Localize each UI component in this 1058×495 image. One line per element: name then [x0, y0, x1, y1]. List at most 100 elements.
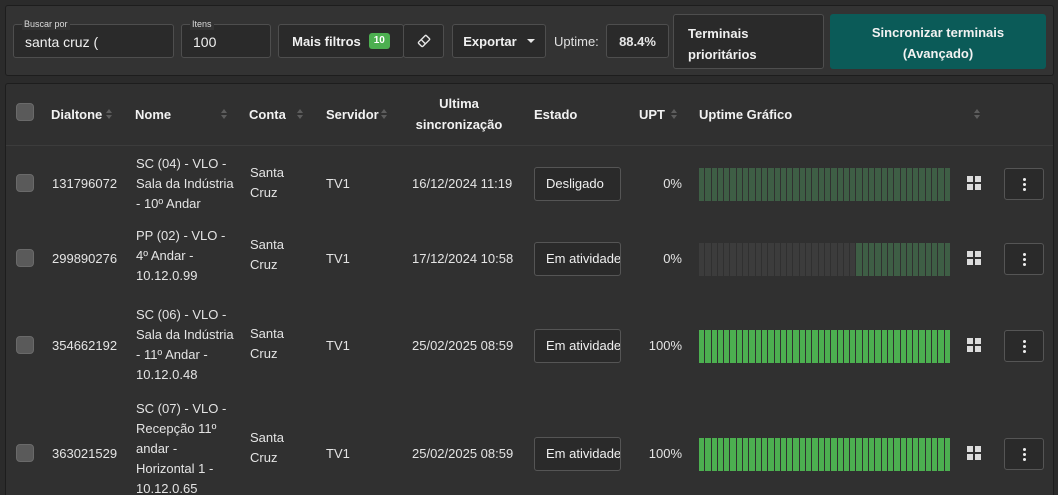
uptime-segment — [743, 330, 749, 363]
uptime-segment — [736, 243, 743, 276]
uptime-segment — [944, 438, 950, 471]
row-actions-button[interactable] — [1004, 168, 1044, 200]
kebab-menu-icon — [1022, 339, 1026, 353]
uptime-bar-chart — [699, 168, 950, 201]
export-dropdown[interactable]: Exportar — [452, 24, 546, 58]
filter-toolbar: Buscar por santa cruz ( Itens 100 Mais f… — [5, 5, 1054, 76]
uptime-segment — [856, 330, 862, 363]
windows-icon — [967, 446, 982, 461]
row-actions-button[interactable] — [1004, 243, 1044, 275]
uptime-segment — [824, 438, 831, 471]
uptime-segment — [843, 168, 850, 201]
row-checkbox[interactable] — [16, 444, 34, 462]
uptime-segment — [837, 330, 843, 363]
clear-filters-button[interactable] — [403, 24, 444, 58]
row-actions-button[interactable] — [1004, 330, 1044, 362]
cell-name-line: Sala da Indústria — [136, 327, 234, 342]
cell-account-line: Santa — [250, 326, 284, 341]
uptime-segment — [900, 243, 906, 276]
uptime-segment — [906, 243, 913, 276]
uptime-segment — [730, 168, 736, 201]
sort-icon[interactable] — [381, 109, 388, 121]
sync-terminals-button[interactable]: Sincronizar terminais (Avançado) — [830, 14, 1046, 69]
select-all-checkbox[interactable] — [16, 103, 34, 121]
uptime-segment — [717, 243, 724, 276]
uptime-segment — [787, 438, 793, 471]
uptime-segment — [793, 168, 799, 201]
header-dialtone[interactable]: Dialtone — [51, 107, 102, 122]
uptime-segment — [761, 168, 768, 201]
windows-icon — [967, 176, 982, 191]
state-button[interactable]: Em atividade — [534, 242, 621, 276]
uptime-segment — [875, 243, 881, 276]
priority-line1: Terminais — [688, 26, 749, 41]
state-button[interactable]: Em atividade — [534, 437, 621, 471]
row-checkbox[interactable] — [16, 174, 34, 192]
sort-icon[interactable] — [974, 109, 981, 121]
kebab-menu-icon — [1022, 177, 1026, 191]
table-row[interactable]: 354662192 SC (06) - VLO - Sala da Indústri… — [6, 300, 1053, 392]
row-actions-button[interactable] — [1004, 438, 1044, 470]
uptime-segment — [761, 243, 768, 276]
uptime-bar-chart — [699, 438, 950, 471]
state-button[interactable]: Em atividade — [534, 329, 621, 363]
header-account[interactable]: Conta — [249, 107, 286, 122]
cell-upt: 100% — [648, 446, 682, 461]
items-per-page-input[interactable]: Itens 100 — [181, 18, 271, 58]
sort-icon[interactable] — [221, 109, 228, 121]
table-row[interactable]: 131796072 SC (04) - VLO - Sala da Indústri… — [6, 146, 1053, 223]
uptime-segment — [736, 438, 743, 471]
header-name[interactable]: Nome — [135, 107, 171, 122]
search-label: Buscar por — [22, 18, 70, 30]
uptime-segment — [749, 330, 755, 363]
uptime-segment — [711, 243, 717, 276]
cell-server: TV1 — [326, 446, 350, 461]
cell-account-line: Cruz — [250, 257, 278, 272]
row-checkbox[interactable] — [16, 336, 34, 354]
uptime-segment — [699, 243, 705, 276]
cell-last-sync: 25/02/2025 08:59 — [412, 446, 514, 461]
uptime-segment — [856, 243, 862, 276]
cell-name: PP (02) - VLO - 4º Andar - 10.12.0.99 — [136, 226, 246, 286]
uptime-segment — [812, 243, 818, 276]
cell-account-line: Santa — [250, 165, 284, 180]
sort-icon[interactable] — [671, 109, 678, 121]
cell-account-line: Cruz — [250, 185, 278, 200]
sort-icon[interactable] — [106, 109, 113, 121]
cell-last-sync: 16/12/2024 11:19 — [412, 176, 513, 191]
row-checkbox[interactable] — [16, 249, 34, 267]
uptime-segment — [919, 438, 925, 471]
cell-name: SC (07) - VLO - Recepção 11º andar - Horizo… — [136, 399, 246, 495]
uptime-segment — [869, 330, 875, 363]
header-last-sync-line2[interactable]: sincronização — [415, 117, 503, 132]
uptime-segment — [818, 243, 824, 276]
cell-name-line: PP (02) - VLO - — [136, 228, 226, 243]
header-last-sync-line1[interactable]: Ultima — [415, 96, 503, 111]
uptime-segment — [913, 438, 919, 471]
table-row[interactable]: 363021529 SC (07) - VLO - Recepção 11º anda… — [6, 392, 1053, 495]
table-row[interactable]: 299890276 PP (02) - VLO - 4º Andar - 10.12.… — [6, 223, 1053, 300]
uptime-segment — [862, 438, 869, 471]
sort-icon[interactable] — [297, 109, 304, 121]
cell-upt: 0% — [663, 251, 682, 266]
search-input[interactable]: Buscar por santa cruz ( — [13, 18, 174, 58]
more-filters-button[interactable]: Mais filtros 10 — [278, 24, 404, 58]
uptime-segment — [743, 438, 749, 471]
uptime-segment — [724, 243, 730, 276]
cell-name-line: 10.12.0.65 — [136, 481, 198, 495]
uptime-segment — [812, 438, 818, 471]
header-server[interactable]: Servidor — [326, 107, 379, 122]
priority-terminals-button[interactable]: Terminais prioritários — [673, 14, 824, 69]
uptime-segment — [768, 438, 774, 471]
uptime-segment — [749, 438, 755, 471]
header-state[interactable]: Estado — [534, 107, 577, 122]
uptime-segment — [717, 168, 724, 201]
export-label: Exportar — [463, 33, 517, 49]
header-upt[interactable]: UPT — [639, 107, 665, 122]
cell-upt: 0% — [663, 176, 682, 191]
uptime-segment — [774, 438, 780, 471]
cell-name: SC (06) - VLO - Sala da Indústria - 11º An… — [136, 305, 246, 385]
uptime-segment — [875, 168, 881, 201]
uptime-segment — [780, 330, 787, 363]
state-button[interactable]: Desligado — [534, 167, 621, 201]
